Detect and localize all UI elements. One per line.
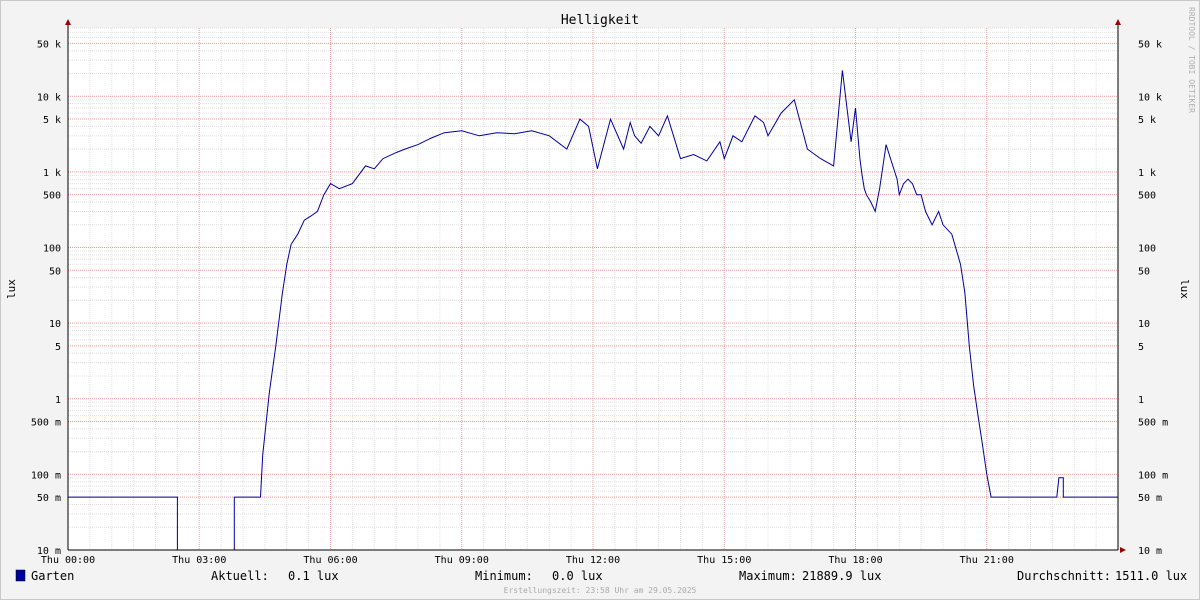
y-tick-label-left: 5 k <box>43 115 61 126</box>
y-tick-label-left: 50 m <box>37 493 61 504</box>
y-tick-label-left: 10 <box>49 319 61 330</box>
y-tick-label-right: 50 m <box>1138 493 1162 504</box>
y-tick-label-right: 10 <box>1138 319 1150 330</box>
x-tick-labels: Thu 00:00 Thu 03:00 Thu 06:00 Thu 09:00 Thu … <box>41 555 1014 566</box>
y-tick-label-right: 100 <box>1138 244 1156 255</box>
x-tick-label: Thu 12:00 <box>566 555 620 566</box>
y-tick-label-right: 10 m <box>1138 546 1162 557</box>
y-tick-label-right: 50 k <box>1138 39 1162 50</box>
legend-series-label: Garten <box>31 569 74 583</box>
legend-max-label: Maximum: <box>739 569 797 583</box>
y-tick-label-left: 500 m <box>31 418 61 429</box>
y-tick-label-left: 50 k <box>37 39 61 50</box>
legend-avg-value: 1511.0 lux <box>1115 569 1187 583</box>
chart-title: Helligkeit <box>561 13 639 28</box>
y-tick-label-right: 50 <box>1138 266 1150 277</box>
y-tick-label-left: 10 k <box>37 92 61 103</box>
legend-max-value: 21889.9 lux <box>802 569 881 583</box>
y-tick-label-right: 500 m <box>1138 418 1168 429</box>
legend-current-label: Aktuell: <box>211 569 269 583</box>
x-tick-label: Thu 09:00 <box>435 555 489 566</box>
x-tick-label: Thu 06:00 <box>303 555 357 566</box>
chart-svg: Thu 00:00 Thu 03:00 Thu 06:00 Thu 09:00 Thu … <box>5 7 1196 595</box>
y-axis-right-arrow-icon <box>1115 19 1121 25</box>
y-axis-label-left: lux <box>5 279 18 299</box>
legend: Garten Aktuell: 0.1 lux Minimum: 0.0 lux… <box>15 569 1187 583</box>
y-tick-label-right: 5 <box>1138 342 1144 353</box>
x-tick-label: Thu 15:00 <box>697 555 751 566</box>
y-tick-label-left: 1 k <box>43 168 61 179</box>
legend-swatch <box>15 569 26 582</box>
legend-avg-label: Durchschnitt: <box>1017 569 1111 583</box>
rrdtool-watermark: RRDTOOL / TOBI OETIKER <box>1187 7 1196 113</box>
creation-time-footer: Erstellungszeit: 23:58 Uhr am 29.05.2025 <box>504 586 697 595</box>
x-tick-label: Thu 18:00 <box>828 555 882 566</box>
legend-min-value: 0.0 lux <box>552 569 603 583</box>
y-tick-label-left: 5 <box>55 342 61 353</box>
y-tick-label-left: 100 <box>43 244 61 255</box>
y-tick-label-right: 1 k <box>1138 168 1156 179</box>
chart-frame: Thu 00:00 Thu 03:00 Thu 06:00 Thu 09:00 Thu … <box>0 0 1200 600</box>
y-tick-label-right: 5 k <box>1138 115 1156 126</box>
x-tick-label: Thu 03:00 <box>172 555 226 566</box>
legend-current-value: 0.1 lux <box>288 569 339 583</box>
y-tick-label-right: 1 <box>1138 395 1144 406</box>
y-tick-label-left: 10 m <box>37 546 61 557</box>
y-tick-label-left: 1 <box>55 395 61 406</box>
y-tick-label-left: 500 <box>43 191 61 202</box>
y-tick-label-right: 10 k <box>1138 92 1162 103</box>
y-tick-label-left: 50 <box>49 266 61 277</box>
y-axis-left-arrow-icon <box>65 19 71 25</box>
y-tick-label-right: 500 <box>1138 191 1156 202</box>
y-tick-label-right: 100 m <box>1138 470 1168 481</box>
x-axis-arrow-icon <box>1120 547 1126 553</box>
y-axis-label-right: lux <box>1178 279 1191 299</box>
legend-min-label: Minimum: <box>475 569 533 583</box>
y-tick-label-left: 100 m <box>31 470 61 481</box>
x-tick-label: Thu 21:00 <box>960 555 1014 566</box>
